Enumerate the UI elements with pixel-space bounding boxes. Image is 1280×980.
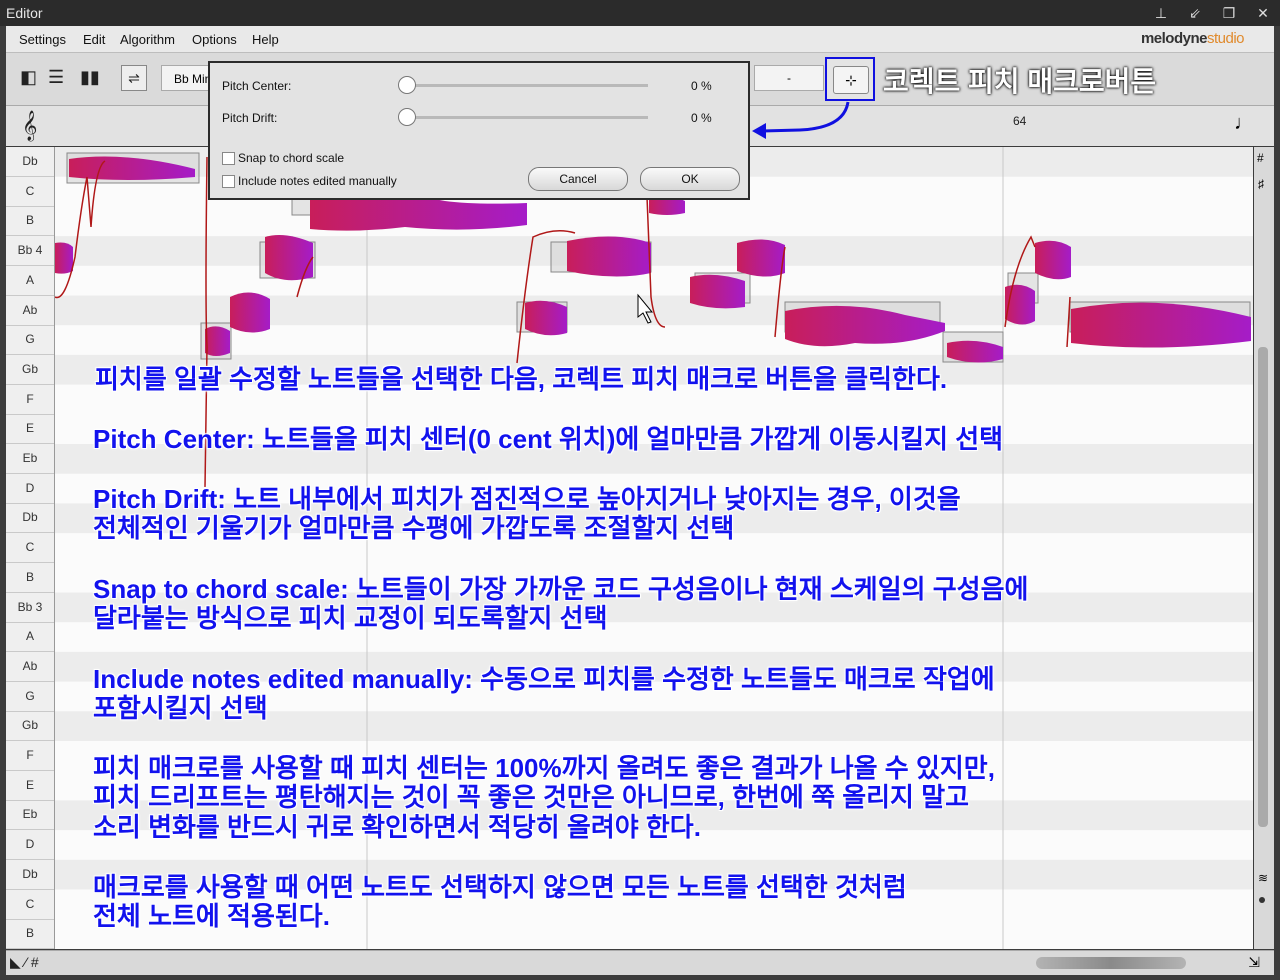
pitch-key[interactable]: G	[6, 682, 54, 712]
grid-row-shade	[55, 236, 1253, 266]
pitch-key[interactable]: B	[6, 206, 54, 237]
correct-pitch-dialog: Pitch Center: 0 % Pitch Drift: 0 % Snap …	[208, 61, 750, 200]
pitch-center-slider[interactable]	[398, 76, 648, 94]
bars-icon[interactable]: ▮▮	[80, 67, 100, 91]
annotation-pitch-drift-1: Pitch Drift: 노트 내부에서 피치가 점진적으로 높아지거나 낮아지…	[93, 484, 961, 514]
pitch-center-label: Pitch Center:	[222, 79, 292, 93]
pitch-key[interactable]: A	[6, 622, 54, 653]
ok-button[interactable]: OK	[640, 167, 740, 191]
minimize-icon[interactable]: ⇙	[1184, 3, 1206, 23]
pitch-key[interactable]: C	[6, 177, 54, 207]
pin-icon[interactable]: ⊥	[1150, 3, 1172, 23]
pitch-key[interactable]: Eb	[6, 800, 54, 831]
pitch-key[interactable]: D	[6, 830, 54, 861]
correct-pitch-macro-button[interactable]: ⊹	[825, 57, 875, 101]
menu-settings[interactable]: Settings	[19, 32, 66, 47]
layout-icon[interactable]: ◧	[20, 67, 37, 91]
annotation-pitch-drift-2: 전체적인 기울기가 얼마만큼 수평에 가깝도록 조절할지 선택	[93, 513, 735, 543]
macro-button-callout: 코렉트 피치 매크로버튼	[883, 66, 1157, 97]
scale-ruler-icon[interactable]: ♯	[1258, 177, 1264, 191]
annotation-note-1: 매크로를 사용할 때 어떤 노트도 선택하지 않으면 모든 노트를 선택한 것처…	[93, 872, 907, 902]
menu-bar: Settings Edit Algorithm Options Help mel…	[6, 26, 1274, 53]
mixer-icon[interactable]: ☰	[48, 67, 64, 91]
overview-waveform[interactable]	[1036, 957, 1186, 969]
include-manual-label[interactable]: Include notes edited manually	[238, 174, 397, 188]
pitch-key[interactable]: Ab	[6, 296, 54, 326]
pitch-key[interactable]: Eb	[6, 444, 54, 474]
pitch-key[interactable]: Gb	[6, 711, 54, 742]
restore-icon[interactable]: ❐	[1218, 3, 1240, 23]
pitch-tool-icon[interactable]: ⇌	[121, 65, 147, 91]
value-field[interactable]: -	[754, 65, 824, 91]
annotation-include-2: 포함시킬지 선택	[93, 693, 268, 723]
cancel-button[interactable]: Cancel	[528, 167, 628, 191]
zoom-slider-knob[interactable]	[1259, 897, 1265, 903]
pitch-key[interactable]: Bb 3	[6, 593, 54, 623]
bar-number: 64	[1013, 114, 1027, 128]
note-editor-grid[interactable]: 피치를 일괄 수정할 노트들을 선택한 다음, 코렉트 피치 매크로 버튼을 클…	[55, 147, 1253, 949]
pitch-key[interactable]: B	[6, 563, 54, 593]
pitch-drift-slider-knob[interactable]	[398, 108, 416, 126]
window-title: Editor	[6, 5, 43, 21]
pitch-key[interactable]: C	[6, 533, 54, 564]
pitch-key[interactable]: Db	[6, 503, 54, 534]
status-bar: ◣ ⁄ # ⇲	[6, 950, 1274, 975]
pitch-key[interactable]: B	[6, 919, 54, 950]
tool-icons[interactable]: ◣ ⁄ #	[10, 954, 39, 971]
callout-arrow	[752, 101, 850, 139]
pitch-key[interactable]: A	[6, 266, 54, 296]
include-manual-checkbox[interactable]	[222, 175, 235, 188]
pitch-center-slider-knob[interactable]	[398, 76, 416, 94]
annotation-snap-1: Snap to chord scale: 노트들이 가장 가까운 코드 구성음이…	[93, 574, 1029, 604]
annotation-tip-3: 소리 변화를 반드시 귀로 확인하면서 적당히 올려야 한다.	[93, 812, 701, 842]
pitch-drift-value: 0 %	[691, 111, 712, 125]
annotation-intro: 피치를 일괄 수정할 노트들을 선택한 다음, 코렉트 피치 매크로 버튼을 클…	[95, 364, 948, 394]
vertical-scrollbar[interactable]: # ♯ ≋	[1254, 147, 1274, 949]
menu-edit[interactable]: Edit	[83, 32, 105, 47]
pitch-macro-icon: ⊹	[833, 66, 869, 94]
pitch-keyboard[interactable]: Db C B Bb 4 A Ab G Gb F E Eb D Db C B Bb 3 A Ab G Gb F E Eb D Db…	[6, 147, 55, 950]
annotation-note-2: 전체 노트에 적용된다.	[93, 901, 330, 931]
annotation-pitch-center: Pitch Center: 노트들을 피치 센터(0 cent 위치)에 얼마만…	[93, 424, 1004, 454]
snap-checkbox[interactable]	[222, 152, 235, 165]
treble-clef-icon[interactable]: 𝄞	[22, 110, 37, 142]
scrollbar-thumb[interactable]	[1258, 347, 1268, 827]
annotation-tip-1: 피치 매크로를 사용할 때 피치 센터는 100%까지 올려도 좋은 결과가 나…	[93, 753, 995, 783]
annotation-snap-2: 달라붙는 방식으로 피치 교정이 되도록할지 선택	[93, 603, 608, 633]
quarter-note-icon[interactable]: ♩	[1234, 112, 1254, 135]
pitch-key[interactable]: Gb	[6, 355, 54, 385]
pitch-key[interactable]: F	[6, 741, 54, 771]
pitch-drift-label: Pitch Drift:	[222, 111, 278, 125]
pitch-key[interactable]: C	[6, 890, 54, 920]
pitch-key[interactable]: Bb 4	[6, 236, 54, 267]
menu-help[interactable]: Help	[252, 32, 279, 47]
pitch-key[interactable]: G	[6, 325, 54, 356]
brand-logo: melodynestudio	[1140, 30, 1245, 47]
pitch-key[interactable]: D	[6, 474, 54, 504]
annotation-include-1: Include notes edited manually: 수동으로 피치를 …	[93, 664, 995, 694]
window-titlebar: Editor ⊥ ⇙ ❐ ✕	[0, 0, 1280, 26]
snap-label[interactable]: Snap to chord scale	[238, 151, 344, 165]
menu-algorithm[interactable]: Algorithm	[120, 32, 175, 47]
pitch-key[interactable]: Ab	[6, 652, 54, 682]
pitch-key[interactable]: Db	[6, 147, 54, 177]
pitch-center-value: 0 %	[691, 79, 712, 93]
pitch-grid-icon[interactable]: #	[1257, 151, 1264, 165]
annotation-tip-2: 피치 드리프트는 평탄해지는 것이 꼭 좋은 것만은 아니므로, 한번에 쭉 올…	[93, 782, 970, 812]
close-icon[interactable]: ✕	[1252, 3, 1274, 23]
pitch-key[interactable]: F	[6, 385, 54, 415]
pitch-key[interactable]: Db	[6, 860, 54, 890]
pitch-key[interactable]: E	[6, 414, 54, 445]
zoom-icon[interactable]: ≋	[1258, 871, 1268, 885]
menu-options[interactable]: Options	[192, 32, 237, 47]
pitch-key[interactable]: E	[6, 771, 54, 801]
pitch-drift-slider[interactable]	[398, 108, 648, 126]
resize-icon[interactable]: ⇲	[1248, 954, 1260, 971]
